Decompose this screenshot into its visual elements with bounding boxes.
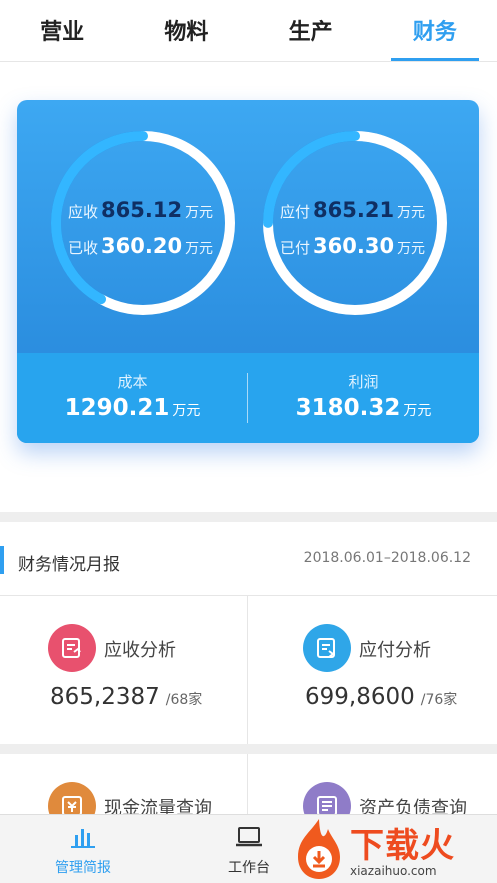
payable-due-value: 865.21 — [313, 198, 395, 222]
cost-profit-bar: 成本 1290.21 万元 利润 3180.32 万元 — [17, 353, 479, 443]
section-divider — [0, 512, 497, 522]
cost-value: 1290.21 — [64, 395, 170, 421]
payable-analysis-count: /76家 — [420, 692, 458, 708]
receivable-due-value: 865.12 — [101, 198, 183, 222]
site-watermark: 下载火 xiazaihuo.com — [288, 814, 497, 883]
payable-analysis-card[interactable]: 应付分析 699,8600/76家 — [249, 596, 497, 744]
receivable-due-label: 应收 — [68, 203, 99, 221]
receivable-analysis-title: 应收分析 — [104, 640, 176, 661]
nav-briefing[interactable]: 管理简报 — [0, 815, 166, 883]
receivable-ring[interactable]: 应收 865.12 万元 已收 360.20 万元 — [48, 128, 238, 318]
cost-unit: 万元 — [172, 403, 201, 419]
payable-due-label: 应付 — [280, 203, 311, 221]
receivable-done-label: 已收 — [68, 239, 99, 257]
payable-done-row: 已付 360.30 万元 — [280, 234, 450, 258]
payable-ring[interactable]: 应付 865.21 万元 已付 360.30 万元 — [260, 128, 450, 318]
receivable-done-value: 360.20 — [101, 234, 183, 258]
receivable-done-unit: 万元 — [185, 241, 214, 257]
receivable-analysis-value: 865,2387 — [50, 684, 160, 710]
nav-briefing-label: 管理简报 — [55, 860, 111, 876]
payable-done-unit: 万元 — [397, 241, 426, 257]
watermark-url: xiazaihuo.com — [350, 864, 437, 878]
section-marker — [0, 546, 4, 574]
cost-label: 成本 — [117, 373, 148, 391]
profit-label: 利润 — [348, 373, 379, 391]
payable-doc-icon — [303, 624, 351, 672]
payable-due-row: 应付 865.21 万元 — [280, 198, 450, 222]
bar-chart-icon — [71, 829, 95, 848]
receivable-done-row: 已收 360.20 万元 — [68, 234, 238, 258]
payable-done-value: 360.30 — [313, 234, 395, 258]
receivable-analysis-count: /68家 — [165, 692, 203, 708]
grid-divider — [0, 744, 497, 754]
profit-value: 3180.32 — [295, 395, 401, 421]
payable-done-label: 已付 — [280, 239, 311, 257]
flame-logo-icon — [298, 819, 340, 879]
finance-summary-card: 应收 865.12 万元 已收 360.20 万元 应付 865.21 万元 已付 360.3… — [17, 100, 479, 443]
report-grid: 应收分析 865,2387/68家 应付分析 699,8600/76家 现金流量… — [0, 596, 497, 883]
report-date-range: 2018.06.01–2018.06.12 — [303, 550, 471, 566]
watermark-text: 下载火 — [350, 826, 455, 866]
receivable-due-row: 应收 865.12 万元 — [68, 198, 238, 222]
report-title: 财务情况月报 — [18, 555, 120, 575]
receivable-analysis-card[interactable]: 应收分析 865,2387/68家 — [0, 596, 248, 744]
payable-analysis-value: 699,8600 — [305, 684, 415, 710]
cost-stat[interactable]: 成本 1290.21 万元 — [17, 353, 248, 443]
payable-analysis-title: 应付分析 — [359, 640, 431, 661]
top-tab-bar: 营业 物料 生产 财务 — [0, 0, 497, 62]
monthly-report-header: 财务情况月报 2018.06.01–2018.06.12 — [0, 522, 497, 596]
payable-due-unit: 万元 — [397, 205, 426, 221]
stat-divider — [247, 373, 248, 423]
receivable-due-unit: 万元 — [185, 205, 214, 221]
tab-materials[interactable]: 物料 — [124, 0, 248, 61]
tab-finance[interactable]: 财务 — [373, 0, 497, 61]
laptop-icon — [236, 827, 262, 847]
receivable-doc-icon — [48, 624, 96, 672]
profit-stat[interactable]: 利润 3180.32 万元 — [248, 353, 479, 443]
profit-unit: 万元 — [403, 403, 432, 419]
tab-production[interactable]: 生产 — [249, 0, 373, 61]
tab-business[interactable]: 营业 — [0, 0, 124, 61]
